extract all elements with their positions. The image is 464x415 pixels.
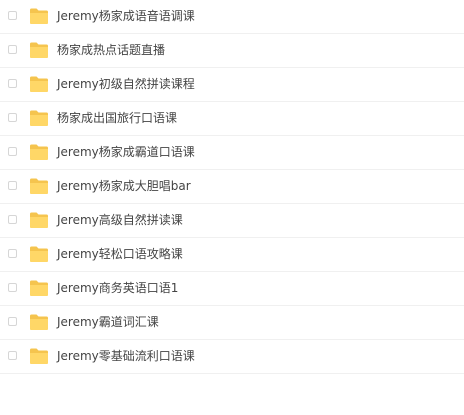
file-row[interactable]: 杨家成热点话题直播 (0, 34, 464, 68)
row-checkbox[interactable] (8, 283, 17, 292)
row-checkbox[interactable] (8, 11, 17, 20)
folder-icon (30, 246, 48, 262)
file-name[interactable]: Jeremy杨家成语音语调课 (57, 0, 195, 33)
folder-icon (30, 110, 48, 126)
file-row[interactable]: Jeremy霸道词汇课 (0, 306, 464, 340)
row-checkbox[interactable] (8, 45, 17, 54)
folder-icon (30, 42, 48, 58)
file-name[interactable]: Jeremy轻松口语攻略课 (57, 238, 183, 271)
file-name[interactable]: 杨家成热点话题直播 (57, 34, 165, 67)
file-name[interactable]: 杨家成出国旅行口语课 (57, 102, 177, 135)
row-checkbox[interactable] (8, 249, 17, 258)
file-list: Jeremy杨家成语音语调课 杨家成热点话题直播 Jeremy初级自然拼读课程 … (0, 0, 464, 374)
file-name[interactable]: Jeremy霸道词汇课 (57, 306, 159, 339)
row-checkbox[interactable] (8, 317, 17, 326)
row-checkbox[interactable] (8, 113, 17, 122)
file-name[interactable]: Jeremy零基础流利口语课 (57, 340, 195, 373)
row-checkbox[interactable] (8, 147, 17, 156)
file-name[interactable]: Jeremy初级自然拼读课程 (57, 68, 195, 101)
folder-icon (30, 212, 48, 228)
folder-icon (30, 348, 48, 364)
file-row[interactable]: Jeremy零基础流利口语课 (0, 340, 464, 374)
row-checkbox[interactable] (8, 79, 17, 88)
file-name[interactable]: Jeremy商务英语口语1 (57, 272, 178, 305)
file-row[interactable]: Jeremy高级自然拼读课 (0, 204, 464, 238)
file-row[interactable]: Jeremy杨家成大胆唱bar (0, 170, 464, 204)
folder-icon (30, 280, 48, 296)
folder-icon (30, 314, 48, 330)
file-row[interactable]: Jeremy初级自然拼读课程 (0, 68, 464, 102)
folder-icon (30, 76, 48, 92)
row-checkbox[interactable] (8, 215, 17, 224)
row-checkbox[interactable] (8, 181, 17, 190)
file-name[interactable]: Jeremy杨家成大胆唱bar (57, 170, 191, 203)
file-row[interactable]: Jeremy杨家成语音语调课 (0, 0, 464, 34)
file-row[interactable]: Jeremy杨家成霸道口语课 (0, 136, 464, 170)
row-checkbox[interactable] (8, 351, 17, 360)
file-row[interactable]: 杨家成出国旅行口语课 (0, 102, 464, 136)
folder-icon (30, 144, 48, 160)
file-row[interactable]: Jeremy轻松口语攻略课 (0, 238, 464, 272)
file-name[interactable]: Jeremy高级自然拼读课 (57, 204, 183, 237)
file-row[interactable]: Jeremy商务英语口语1 (0, 272, 464, 306)
file-name[interactable]: Jeremy杨家成霸道口语课 (57, 136, 195, 169)
folder-icon (30, 178, 48, 194)
folder-icon (30, 8, 48, 24)
